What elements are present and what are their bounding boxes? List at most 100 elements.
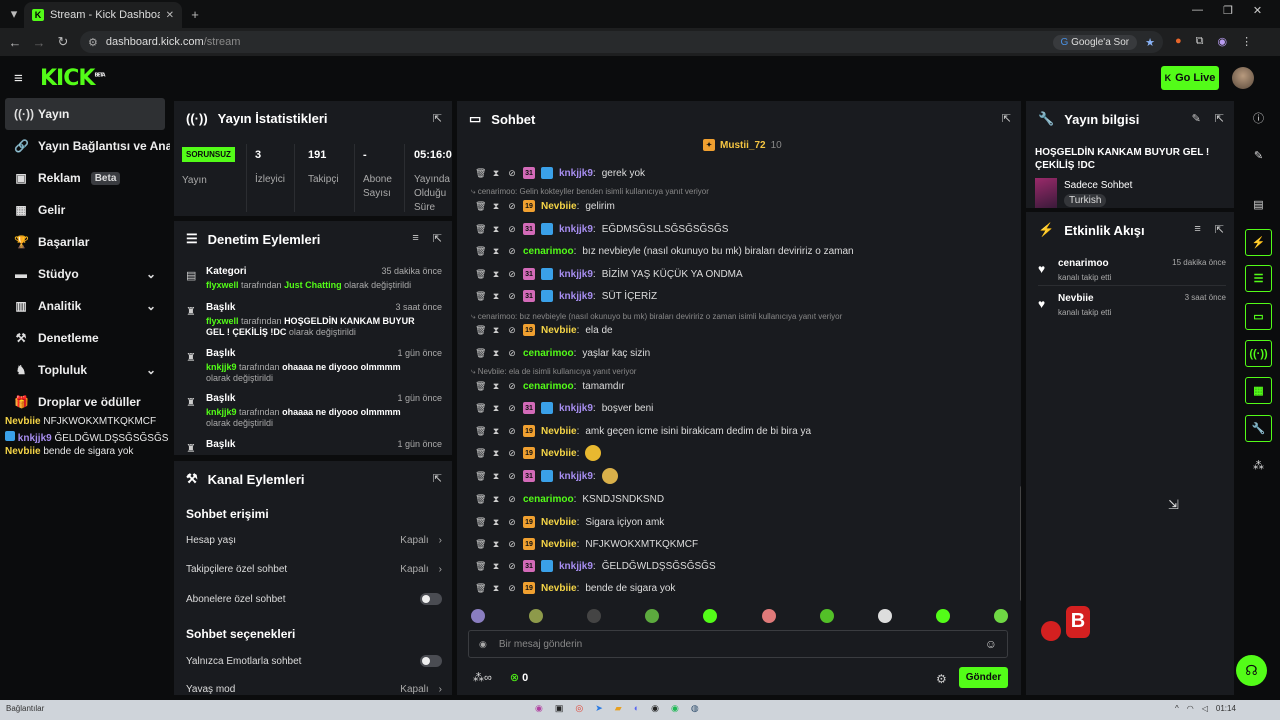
chat-username[interactable]: Nevbiie — [541, 325, 577, 336]
emote-icon[interactable] — [703, 609, 718, 623]
delete-icon[interactable]: 🗑 — [475, 348, 486, 359]
timeout-icon[interactable]: ⧗ — [491, 403, 501, 414]
chat-message[interactable]: 🗑 ⧗ ⊘ 31 knkjjk9: ĞELDĞWLDŞSĞSĞSĞS — [475, 557, 716, 575]
volume-icon[interactable]: ◁ — [1202, 704, 1208, 713]
ban-icon[interactable]: ⊘ — [507, 246, 517, 257]
popout-icon[interactable]: ⇱ — [1215, 112, 1224, 125]
clock[interactable]: 01:14 — [1216, 704, 1236, 713]
browser-menu-icon[interactable]: ⋮ — [1241, 35, 1252, 48]
chat-message[interactable]: 🗑 ⧗ ⊘ 31 knkjjk9: — [475, 467, 618, 485]
filter-icon[interactable]: ≡ — [412, 232, 418, 245]
chat-message[interactable]: 🗑 ⧗ ⊘ cenarimoo: bız nevbieyle (nasıl okunuy… — [475, 242, 854, 260]
chat-username[interactable]: cenarimoo — [523, 381, 574, 392]
close-tab-icon[interactable]: ✕ — [166, 10, 174, 21]
delete-icon[interactable]: 🗑 — [475, 269, 486, 280]
popout-icon[interactable]: ⇱ — [1215, 223, 1224, 236]
chat-settings-gear-icon[interactable]: ⚙ — [936, 672, 947, 686]
edit-icon[interactable]: ✎ — [1192, 112, 1201, 125]
timeout-icon[interactable]: ⧗ — [491, 201, 501, 212]
sidebar-item-studyo[interactable]: ▬ Stüdyo ⌄ — [0, 258, 170, 290]
chat-message[interactable]: 🗑 ⧗ ⊘ 19 Nevbiie: — [475, 444, 602, 462]
sidebar-item-yayin[interactable]: ((·)) Yayın — [5, 98, 165, 130]
tray-chevron-icon[interactable]: ^ — [1175, 704, 1179, 713]
timeout-icon[interactable]: ⧗ — [491, 325, 501, 336]
chat-username[interactable]: knkjjk9 — [559, 168, 593, 179]
emote-icon[interactable] — [993, 609, 1008, 623]
chat-toggle-icon[interactable]: ▭ — [1245, 303, 1272, 330]
chat-username[interactable]: Nevbiie — [541, 201, 577, 212]
steam-icon[interactable]: ◍ — [691, 703, 699, 714]
chat-message[interactable]: 🗑 ⧗ ⊘ 19 Nevbiie: ela de — [475, 321, 613, 339]
chat-username[interactable]: Nevbiie — [541, 448, 577, 459]
chat-message[interactable]: 🗑 ⧗ ⊘ cenarimoo: tamamdır — [475, 377, 625, 395]
emote-icon[interactable] — [529, 609, 544, 623]
extension-icon[interactable]: ● — [1175, 35, 1182, 48]
chat-username[interactable]: knkjjk9 — [559, 269, 593, 280]
delete-icon[interactable]: 🗑 — [475, 224, 486, 235]
chat-username[interactable]: knkjjk9 — [559, 403, 593, 414]
ban-icon[interactable]: ⊘ — [507, 561, 517, 572]
sidebar-item-gelir[interactable]: ▦ Gelir — [0, 194, 170, 226]
timeout-icon[interactable]: ⧗ — [491, 348, 501, 359]
more-panels-icon[interactable]: ⁂ — [1245, 452, 1272, 479]
emote-icon[interactable] — [819, 609, 834, 623]
timeout-icon[interactable]: ⧗ — [491, 381, 501, 392]
timeout-icon[interactable]: ⧗ — [491, 494, 501, 505]
support-headset-icon[interactable]: ☊ — [1236, 655, 1267, 686]
delete-icon[interactable]: 🗑 — [475, 539, 486, 550]
ban-icon[interactable]: ⊘ — [507, 426, 517, 437]
minimize-icon[interactable]: — — [1192, 4, 1203, 17]
chat-message[interactable]: 🗑 ⧗ ⊘ 31 knkjjk9: SÜT İÇERİZ — [475, 287, 657, 305]
delete-icon[interactable]: 🗑 — [475, 168, 486, 179]
panel-layout-icon[interactable]: ▤ — [1245, 191, 1272, 218]
chat-username[interactable]: knkjjk9 — [559, 471, 593, 482]
chat-message[interactable]: 🗑 ⧗ ⊘ 31 knkjjk9: gerek yok — [475, 164, 645, 182]
delete-icon[interactable]: 🗑 — [475, 448, 486, 459]
ban-icon[interactable]: ⊘ — [507, 494, 517, 505]
sidebar-item-droplar[interactable]: 🎁 Droplar ve ödüller — [0, 386, 170, 418]
app-icon[interactable]: ◉ — [535, 703, 543, 714]
new-tab-icon[interactable]: + — [185, 4, 205, 24]
chat-username[interactable]: knkjjk9 — [559, 224, 593, 235]
folder-icon[interactable]: ▰ — [615, 703, 622, 714]
google-ask-button[interactable]: G Google'a Sor — [1052, 34, 1138, 50]
obs-icon[interactable]: ◉ — [651, 703, 659, 714]
back-icon[interactable]: ← — [5, 32, 25, 52]
sidebar-item-basarilar[interactable]: 🏆 Başarılar — [0, 226, 170, 258]
chat-message[interactable]: 🗑 ⧗ ⊘ cenarimoo: KSNDJSNDKSND — [475, 490, 664, 508]
tab-list-icon[interactable]: ▾ — [4, 4, 24, 24]
filter-icon[interactable]: ≡ — [1194, 223, 1200, 236]
delete-icon[interactable]: 🗑 — [475, 201, 486, 212]
timeout-icon[interactable]: ⧗ — [491, 561, 501, 572]
delete-icon[interactable]: 🗑 — [475, 325, 486, 336]
emote-icon[interactable] — [645, 609, 660, 623]
chat-username[interactable]: knkjjk9 — [559, 561, 593, 572]
chat-message[interactable]: 🗑 ⧗ ⊘ 19 Nevbiie: amk geçen icme isini biraki… — [475, 422, 811, 440]
ban-icon[interactable]: ⊘ — [507, 517, 517, 528]
window-close-icon[interactable]: ✕ — [1253, 4, 1262, 17]
chat-username[interactable]: cenarimoo — [523, 246, 574, 257]
emote-icon[interactable] — [587, 609, 602, 623]
delete-icon[interactable]: 🗑 — [475, 403, 486, 414]
sidebar-item-analitik[interactable]: ▥ Analitik ⌄ — [0, 290, 170, 322]
taskbar-widget-label[interactable]: Bağlantılar — [6, 704, 44, 713]
popout-icon[interactable]: ⇱ — [433, 472, 442, 485]
delete-icon[interactable]: 🗑 — [475, 561, 486, 572]
timeout-icon[interactable]: ⧗ — [491, 224, 501, 235]
ban-icon[interactable]: ⊘ — [507, 168, 517, 179]
emote-only-toggle[interactable] — [420, 655, 442, 667]
chrome-icon[interactable]: ◎ — [575, 703, 583, 714]
app-icon[interactable]: ▣ — [555, 703, 564, 714]
ban-icon[interactable]: ⊘ — [507, 201, 517, 212]
forward-icon[interactable]: → — [29, 32, 49, 52]
timeout-icon[interactable]: ⧗ — [491, 168, 501, 179]
ban-icon[interactable]: ⊘ — [507, 583, 517, 594]
delete-icon[interactable]: 🗑 — [475, 494, 486, 505]
chat-message[interactable]: 🗑 ⧗ ⊘ 31 knkjjk9: boşver beni — [475, 399, 653, 417]
reload-icon[interactable]: ↻ — [53, 32, 73, 52]
ban-icon[interactable]: ⊘ — [507, 471, 517, 482]
chat-message[interactable]: 🗑 ⧗ ⊘ 19 Nevbiie: bende de sigara yok — [475, 579, 675, 597]
go-live-button[interactable]: K Go Live — [1161, 66, 1219, 90]
activity-bolt-icon[interactable]: ⚡ — [1245, 229, 1272, 256]
delete-icon[interactable]: 🗑 — [475, 291, 486, 302]
